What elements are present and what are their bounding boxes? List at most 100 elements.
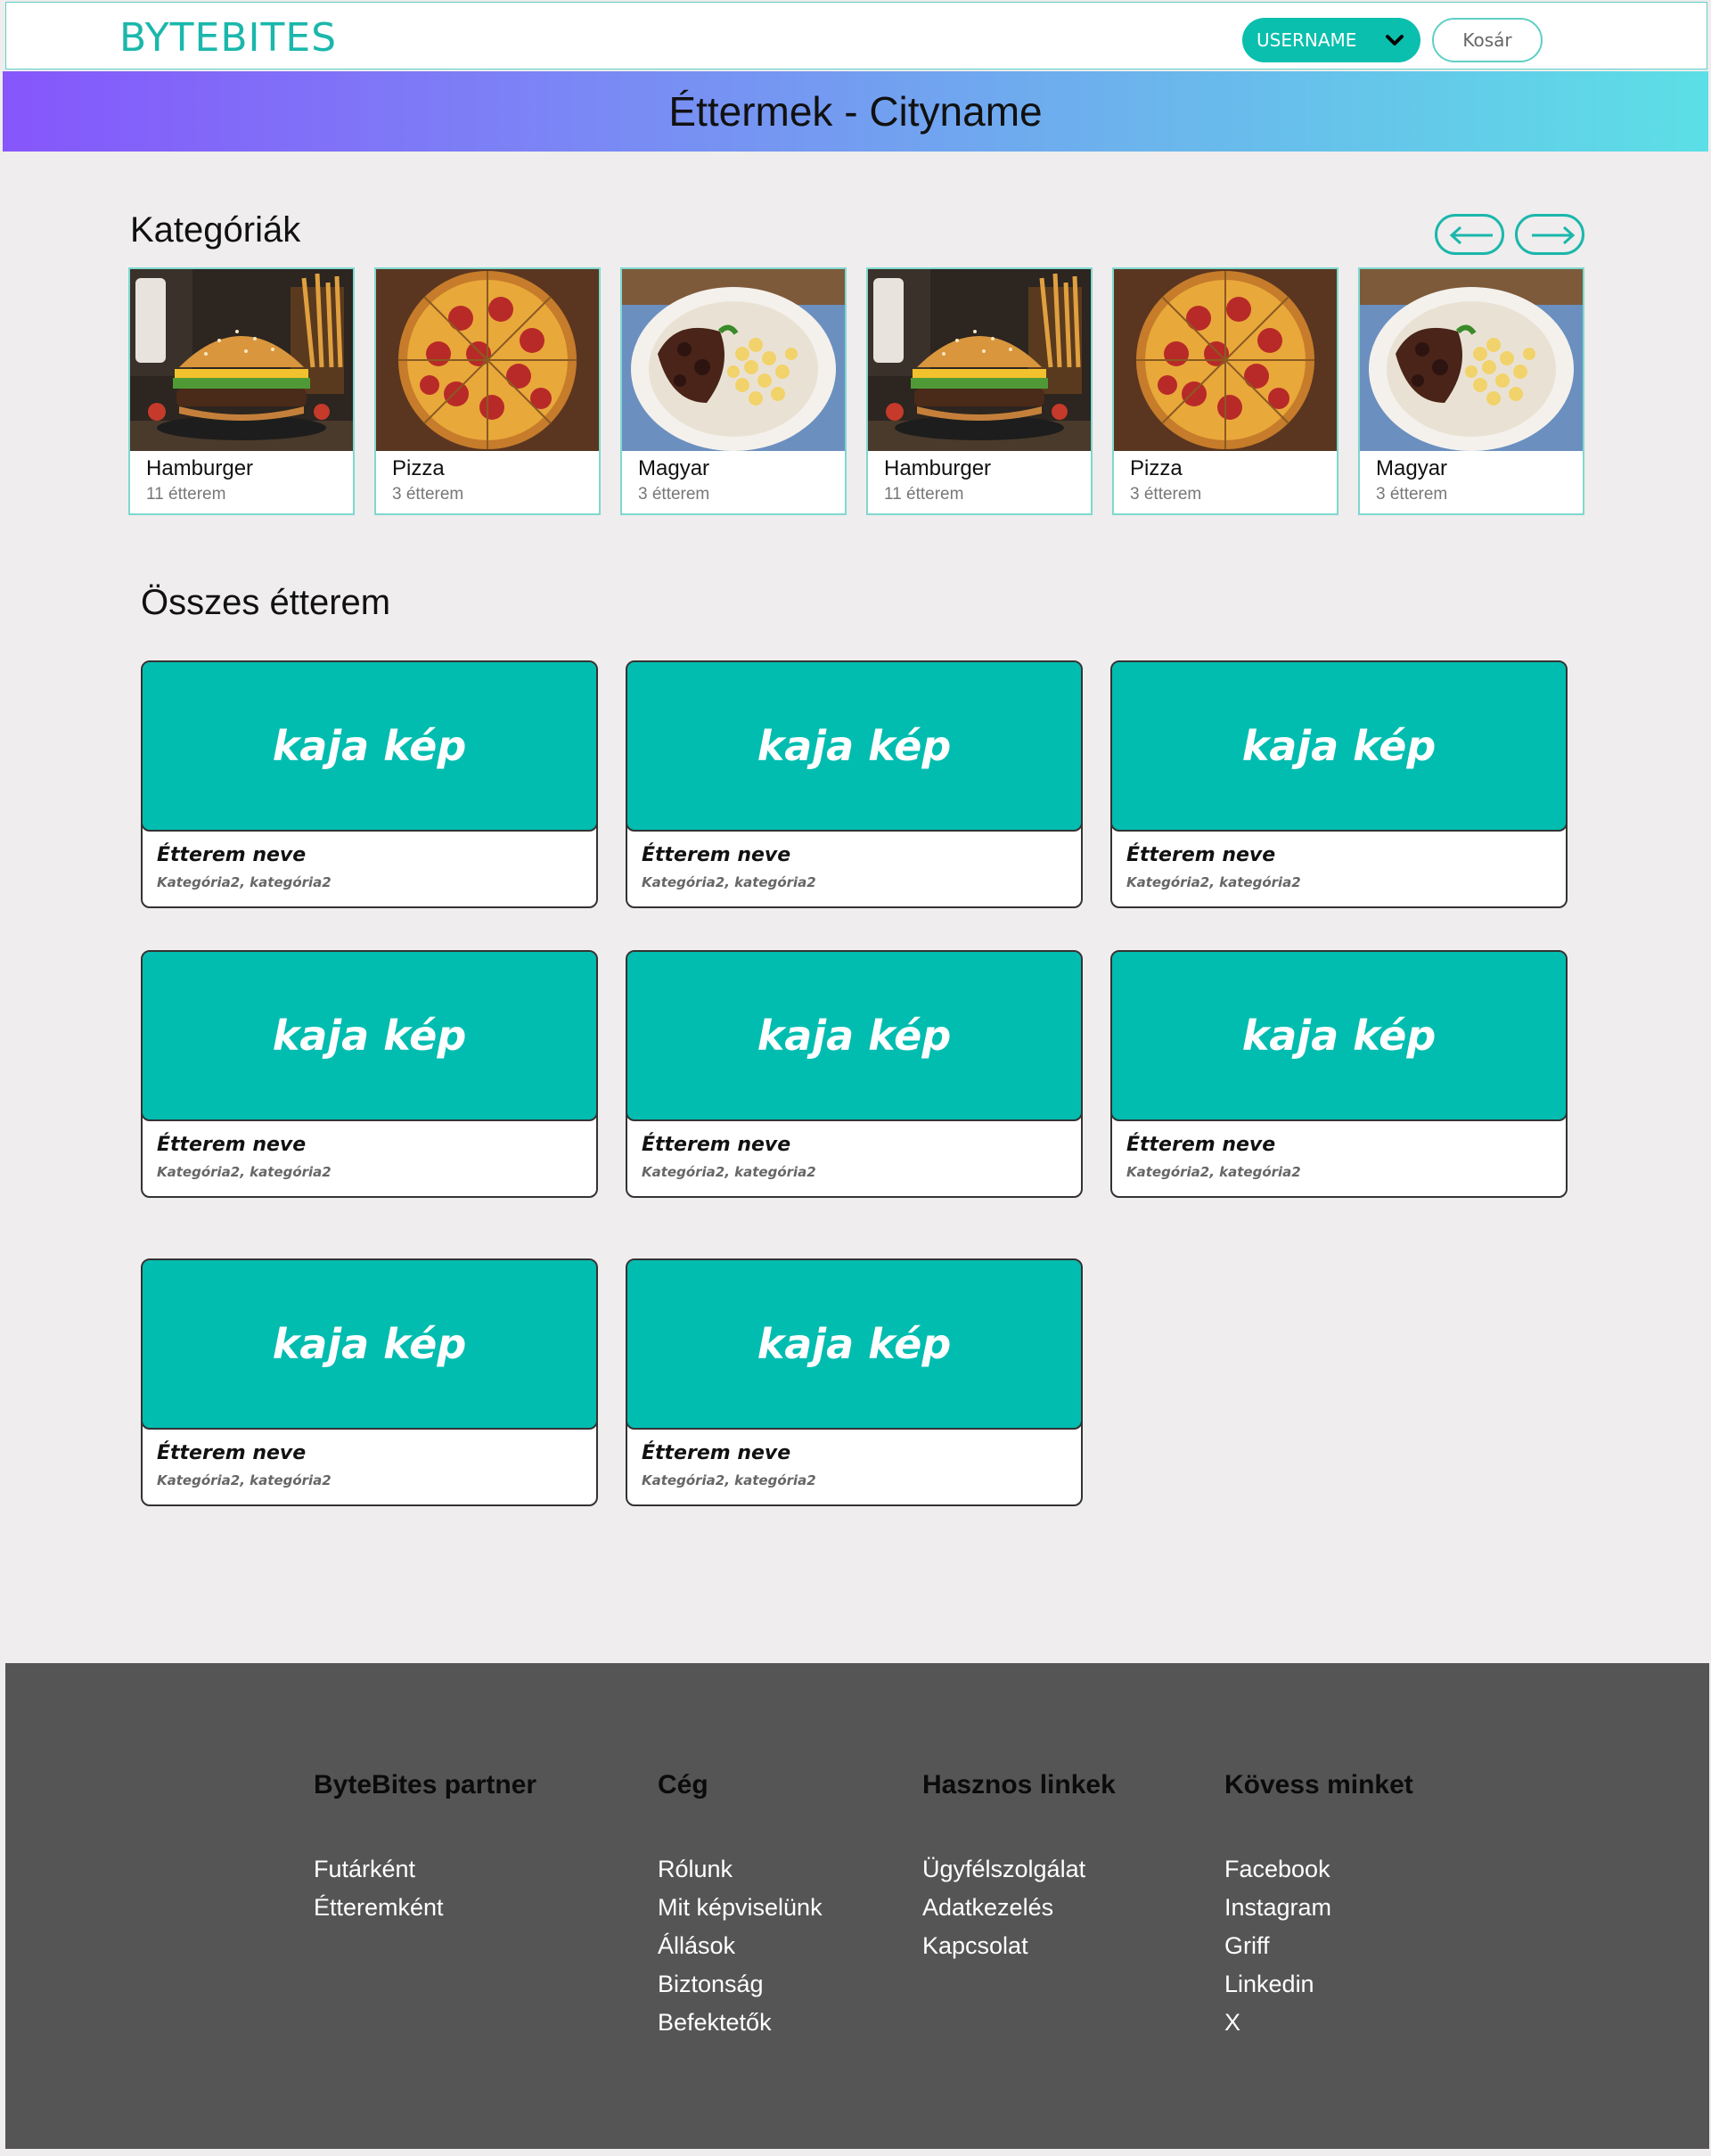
restaurants-heading: Összes étterem — [141, 583, 391, 622]
restaurant-categories: Kategória2, kategória2 — [157, 874, 332, 890]
footer-column: Kövess minket Facebook Instagram Griff Linke… — [1224, 1770, 1413, 2042]
categories-heading: Kategóriák — [130, 210, 301, 250]
restaurant-name: Étterem neve — [157, 1134, 307, 1156]
logo[interactable]: BYTEBITES — [119, 15, 337, 61]
restaurant-card[interactable]: kaja kép Étterem neve Kategória2, kategóri… — [626, 660, 1083, 908]
footer-column: Hasznos linkek Ügyfélszolgálat Adatkezelés… — [922, 1770, 1116, 1965]
footer-link[interactable]: Biztonság — [658, 1965, 823, 2004]
category-count: 3 étterem — [1376, 485, 1448, 504]
category-name: Hamburger — [884, 456, 992, 480]
category-count: 3 étterem — [1130, 485, 1202, 504]
image-placeholder-label: kaja kép — [272, 722, 467, 770]
footer-column: ByteBites partner Futárként Étteremként — [314, 1770, 536, 1927]
category-card[interactable]: Hamburger 11 étterem — [128, 267, 355, 515]
footer-link[interactable]: Adatkezelés — [922, 1889, 1116, 1927]
restaurant-image-placeholder: kaja kép — [627, 662, 1081, 832]
restaurant-categories: Kategória2, kategória2 — [642, 874, 816, 890]
page-title: Éttermek - Cityname — [668, 88, 1043, 135]
footer-column: Cég Rólunk Mit képviselünk Állások Biztonság… — [658, 1770, 823, 2042]
restaurant-card[interactable]: kaja kép Étterem neve Kategória2, kategóri… — [1110, 950, 1568, 1198]
restaurant-name: Étterem neve — [642, 844, 791, 866]
image-placeholder-label: kaja kép — [272, 1012, 467, 1060]
category-name: Hamburger — [146, 456, 254, 480]
category-card[interactable]: Magyar 3 étterem — [1358, 267, 1584, 515]
page-banner: Éttermek - Cityname — [3, 71, 1708, 152]
footer-column-title: Cég — [658, 1770, 708, 1799]
footer-link[interactable]: Facebook — [1224, 1850, 1413, 1889]
category-name: Magyar — [638, 456, 710, 480]
footer-link[interactable]: Mit képviselünk — [658, 1889, 823, 1927]
restaurant-image-placeholder: kaja kép — [1112, 952, 1566, 1121]
restaurant-card[interactable]: kaja kép Étterem neve Kategória2, kategóri… — [141, 1258, 598, 1506]
footer-link[interactable]: Állások — [658, 1927, 823, 1965]
category-count: 3 étterem — [392, 485, 464, 504]
restaurant-card[interactable]: kaja kép Étterem neve Kategória2, kategóri… — [626, 950, 1083, 1198]
footer-link[interactable]: Étteremként — [314, 1889, 536, 1927]
footer-column-title: ByteBites partner — [314, 1770, 537, 1799]
cart-button[interactable]: Kosár — [1432, 18, 1543, 62]
category-name: Pizza — [392, 456, 445, 480]
restaurant-name: Étterem neve — [642, 1442, 791, 1464]
category-count: 3 étterem — [638, 485, 710, 504]
category-count: 11 étterem — [146, 485, 226, 504]
image-placeholder-label: kaja kép — [757, 1012, 952, 1060]
restaurant-categories: Kategória2, kategória2 — [642, 1164, 816, 1180]
carousel-prev-button[interactable] — [1435, 214, 1504, 255]
restaurant-image-placeholder: kaja kép — [143, 952, 596, 1121]
footer-link[interactable]: Ügyfélszolgálat — [922, 1850, 1116, 1889]
restaurant-name: Étterem neve — [157, 1442, 307, 1464]
restaurant-card[interactable]: kaja kép Étterem neve Kategória2, kategóri… — [626, 1258, 1083, 1506]
footer-link[interactable]: Rólunk — [658, 1850, 823, 1889]
username-dropdown[interactable]: USERNAME — [1242, 18, 1420, 62]
restaurant-name: Étterem neve — [642, 1134, 791, 1156]
footer-column-title: Kövess minket — [1224, 1770, 1413, 1799]
footer-link[interactable]: X — [1224, 2004, 1413, 2042]
footer-link[interactable]: Instagram — [1224, 1889, 1413, 1927]
restaurant-categories: Kategória2, kategória2 — [642, 1472, 816, 1488]
arrow-left-icon — [1449, 225, 1493, 245]
footer-link[interactable]: Befektetők — [658, 2004, 823, 2042]
restaurant-image-placeholder: kaja kép — [143, 1260, 596, 1430]
category-image — [1114, 269, 1337, 451]
restaurant-card[interactable]: kaja kép Étterem neve Kategória2, kategóri… — [1110, 660, 1568, 908]
restaurant-categories: Kategória2, kategória2 — [1126, 1164, 1301, 1180]
category-image — [1360, 269, 1583, 451]
category-name: Magyar — [1376, 456, 1448, 480]
category-card[interactable]: Magyar 3 étterem — [620, 267, 847, 515]
restaurant-name: Étterem neve — [1126, 1134, 1276, 1156]
category-count: 11 étterem — [884, 485, 964, 504]
restaurant-image-placeholder: kaja kép — [627, 952, 1081, 1121]
footer-link[interactable]: Griff — [1224, 1927, 1413, 1965]
footer-link[interactable]: Futárként — [314, 1850, 536, 1889]
category-card[interactable]: Hamburger 11 étterem — [866, 267, 1093, 515]
category-image — [130, 269, 353, 451]
arrow-right-icon — [1532, 225, 1576, 245]
username-label: USERNAME — [1257, 29, 1357, 51]
footer-link[interactable]: Kapcsolat — [922, 1927, 1116, 1965]
restaurant-image-placeholder: kaja kép — [1112, 662, 1566, 832]
category-image — [376, 269, 599, 451]
footer-link[interactable]: Linkedin — [1224, 1965, 1413, 2004]
restaurant-image-placeholder: kaja kép — [143, 662, 596, 832]
footer: ByteBites partner Futárként Étteremként Cég… — [5, 1663, 1709, 2149]
top-navbar: BYTEBITES USERNAME Kosár — [5, 2, 1707, 70]
image-placeholder-label: kaja kép — [757, 1320, 952, 1368]
restaurant-card[interactable]: kaja kép Étterem neve Kategória2, kategóri… — [141, 660, 598, 908]
restaurant-image-placeholder: kaja kép — [627, 1260, 1081, 1430]
category-card[interactable]: Pizza 3 étterem — [374, 267, 601, 515]
restaurant-name: Étterem neve — [157, 844, 307, 866]
restaurant-card[interactable]: kaja kép Étterem neve Kategória2, kategóri… — [141, 950, 598, 1198]
carousel-next-button[interactable] — [1515, 214, 1584, 255]
category-card[interactable]: Pizza 3 étterem — [1112, 267, 1339, 515]
restaurant-categories: Kategória2, kategória2 — [157, 1472, 332, 1488]
image-placeholder-label: kaja kép — [757, 722, 952, 770]
restaurant-categories: Kategória2, kategória2 — [157, 1164, 332, 1180]
image-placeholder-label: kaja kép — [272, 1320, 467, 1368]
category-image — [868, 269, 1091, 451]
restaurant-categories: Kategória2, kategória2 — [1126, 874, 1301, 890]
footer-column-title: Hasznos linkek — [922, 1770, 1116, 1799]
category-image — [622, 269, 845, 451]
category-name: Pizza — [1130, 456, 1183, 480]
image-placeholder-label: kaja kép — [1241, 1012, 1437, 1060]
restaurant-name: Étterem neve — [1126, 844, 1276, 866]
